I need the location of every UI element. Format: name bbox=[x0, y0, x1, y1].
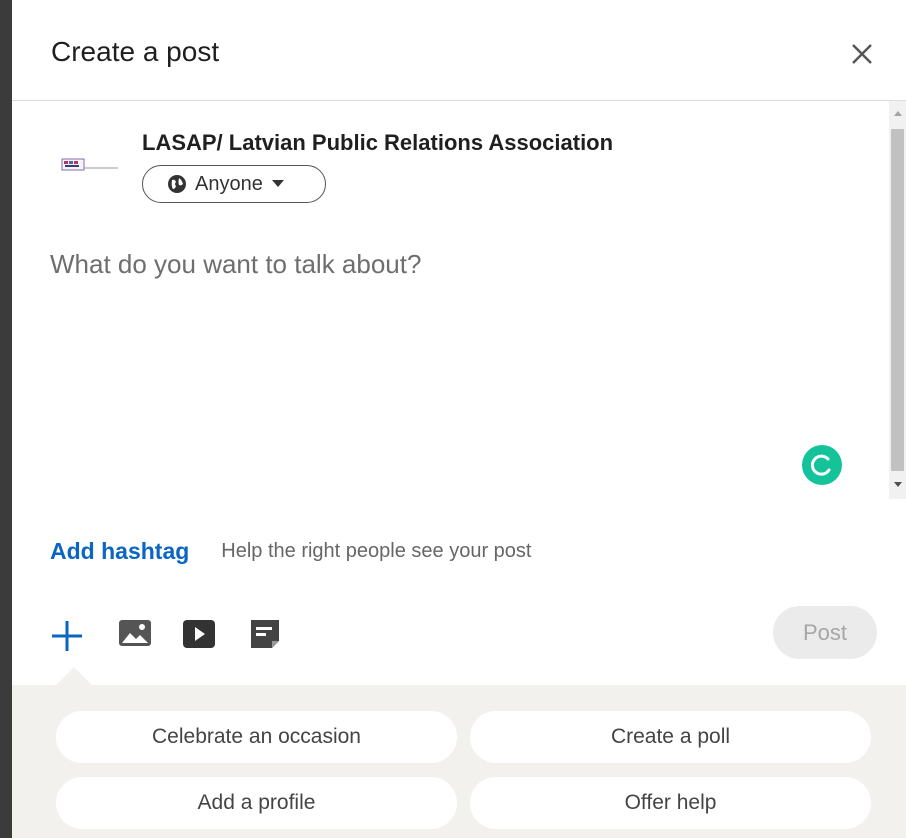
document-icon bbox=[251, 620, 279, 648]
post-toolbar: Post bbox=[12, 604, 906, 664]
globe-icon bbox=[168, 175, 186, 193]
suggestions-pointer bbox=[56, 667, 92, 685]
create-poll-button[interactable]: Create a poll bbox=[470, 711, 871, 763]
suggestions-panel: Celebrate an occasion Create a poll Add … bbox=[12, 685, 906, 838]
offer-help-button[interactable]: Offer help bbox=[470, 777, 871, 829]
add-profile-button[interactable]: Add a profile bbox=[56, 777, 457, 829]
post-button[interactable]: Post bbox=[773, 606, 877, 659]
plus-icon bbox=[52, 621, 82, 651]
hashtag-help-text: Help the right people see your post bbox=[221, 539, 532, 562]
caret-down-icon bbox=[271, 180, 284, 187]
composer-area: LASAP/ Latvian Public Relations Associat… bbox=[12, 101, 906, 499]
company-logo-image bbox=[61, 158, 118, 171]
scrollbar-thumb[interactable] bbox=[891, 129, 904, 471]
post-text-input[interactable]: What do you want to talk about? bbox=[50, 249, 870, 280]
dialog-header: Create a post bbox=[12, 0, 906, 101]
add-more-button[interactable] bbox=[49, 618, 85, 659]
create-post-dialog: Create a post LASAP/ Latvian Public Rela… bbox=[12, 0, 906, 838]
scroll-up-arrow-icon[interactable] bbox=[894, 111, 902, 116]
grammarly-button[interactable] bbox=[802, 445, 842, 485]
add-document-button[interactable] bbox=[248, 617, 282, 656]
composer-scrollbar[interactable] bbox=[889, 101, 906, 499]
grammarly-icon bbox=[810, 454, 831, 476]
visibility-dropdown[interactable]: Anyone bbox=[142, 165, 326, 203]
hashtag-row: Add hashtag Help the right people see yo… bbox=[50, 534, 870, 568]
celebrate-occasion-button[interactable]: Celebrate an occasion bbox=[56, 711, 457, 763]
add-hashtag-link[interactable]: Add hashtag bbox=[50, 538, 189, 565]
dialog-title: Create a post bbox=[51, 36, 220, 67]
visibility-label: Anyone bbox=[195, 172, 263, 195]
add-video-button[interactable] bbox=[182, 619, 216, 654]
close-icon bbox=[852, 44, 872, 64]
photo-icon bbox=[119, 620, 151, 646]
add-photo-button[interactable] bbox=[118, 619, 152, 654]
close-button[interactable] bbox=[844, 36, 880, 72]
author-name: LASAP/ Latvian Public Relations Associat… bbox=[142, 130, 614, 155]
company-logo bbox=[60, 155, 120, 179]
scroll-down-arrow-icon[interactable] bbox=[894, 482, 902, 487]
video-icon bbox=[183, 620, 215, 648]
